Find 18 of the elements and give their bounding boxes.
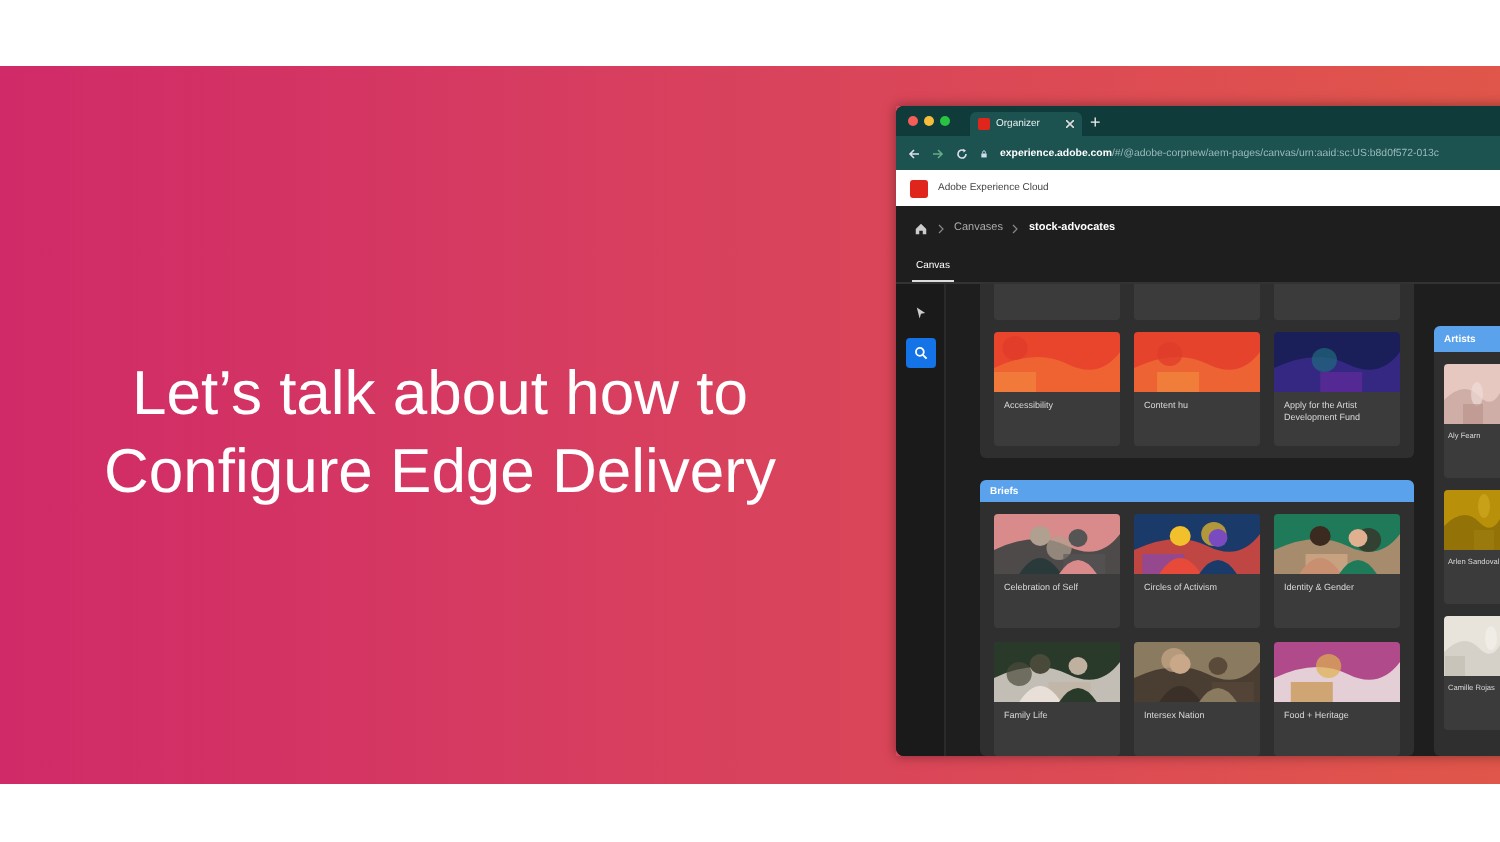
- minimize-dot-icon[interactable]: [924, 116, 934, 126]
- pointer-icon: [913, 306, 927, 320]
- home-icon[interactable]: [914, 221, 928, 235]
- back-icon[interactable]: [908, 147, 920, 159]
- search-button[interactable]: [905, 338, 935, 368]
- lock-icon: [980, 147, 988, 159]
- reload-icon[interactable]: [956, 147, 968, 159]
- logo-icon: [978, 118, 990, 130]
- search-icon: [913, 346, 927, 360]
- chevron-icon: [1012, 223, 1019, 233]
- close-icon[interactable]: [1066, 120, 1074, 128]
- new-tab-button[interactable]: +: [1090, 109, 1101, 133]
- forward-icon[interactable]: [932, 147, 944, 159]
- zoom-dot-icon[interactable]: [940, 116, 950, 126]
- logo-icon: [910, 179, 928, 197]
- slide-heading: Let’s talk about how to Configure Edge Delivery: [101, 356, 778, 510]
- close-dot-icon[interactable]: [908, 116, 918, 126]
- chevron-icon: [938, 223, 944, 233]
